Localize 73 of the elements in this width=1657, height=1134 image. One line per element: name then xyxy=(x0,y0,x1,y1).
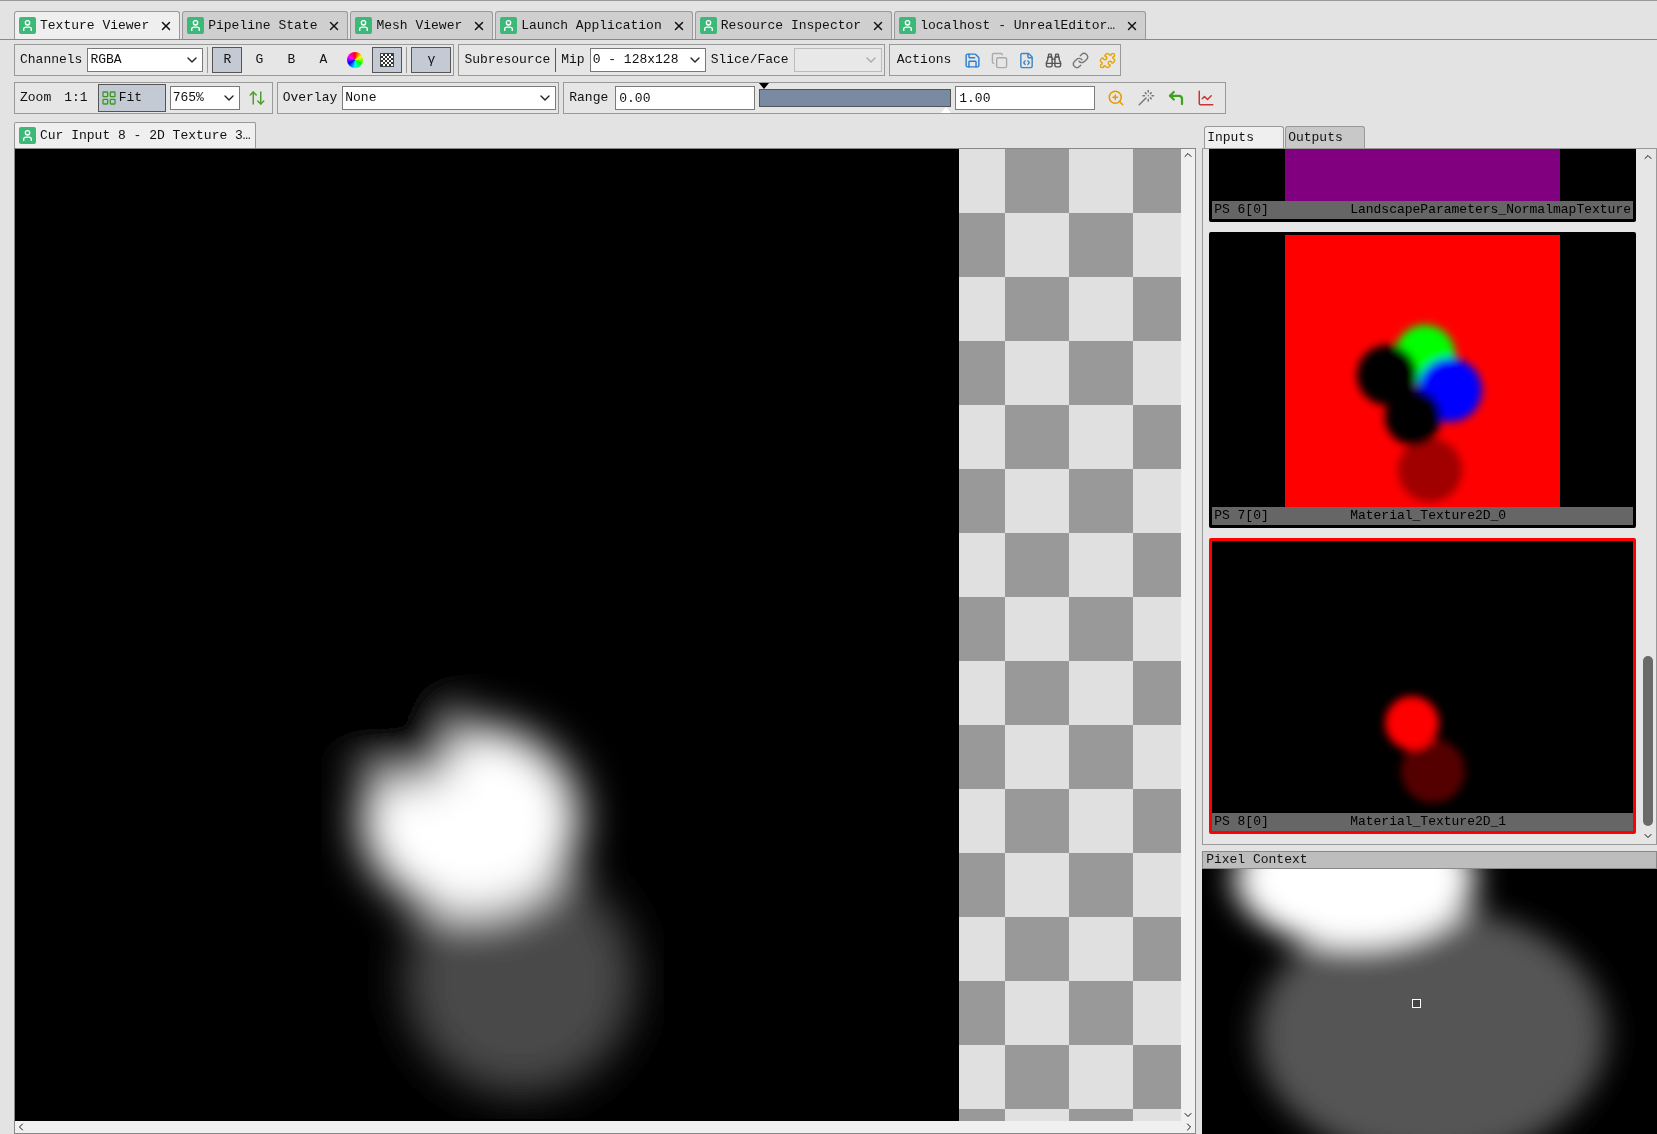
tab-label: Mesh Viewer xyxy=(376,16,463,35)
mip-dropdown[interactable]: 0 - 128x128 xyxy=(589,48,706,72)
pixel-marker-icon xyxy=(1412,999,1422,1008)
arrows-icon[interactable] xyxy=(247,89,266,107)
texture-name: Material_Texture2D_1 xyxy=(1350,813,1507,832)
channel-toggle[interactable]: A xyxy=(308,47,339,73)
tab-label: localhost - UnrealEditor… xyxy=(920,16,1116,35)
tab-label: Texture Viewer xyxy=(40,16,150,35)
channel-toggle[interactable]: B xyxy=(276,47,307,73)
user-icon xyxy=(500,17,518,34)
zoom-label: Zoom xyxy=(19,89,53,108)
tab-label: Cur Input 8 - 2D Texture 3… xyxy=(40,126,251,145)
slot-label: PS 7[0] xyxy=(1214,507,1270,526)
texture-name: Material_Texture2D_0 xyxy=(1350,507,1507,526)
overlay-dropdown[interactable]: None xyxy=(342,86,557,110)
tab-label: Pipeline State xyxy=(208,16,318,35)
thumbnail-card[interactable]: PS 8[0] Material_Texture2D_1 xyxy=(1209,538,1636,834)
tab-label: Resource Inspector xyxy=(720,16,862,35)
panel-tab[interactable]: Outputs xyxy=(1285,126,1366,148)
gamma-toggle[interactable]: γ xyxy=(411,47,452,73)
tab-label: Launch Application xyxy=(521,16,662,35)
checkerboard-icon xyxy=(380,53,395,67)
grid-icon xyxy=(100,90,117,106)
document-tab[interactable]: Cur Input 8 - 2D Texture 3… xyxy=(14,122,256,148)
save-icon[interactable] xyxy=(964,51,982,69)
document-tab[interactable]: Texture Viewer xyxy=(14,11,181,39)
zoom-icon[interactable] xyxy=(1107,89,1126,107)
user-icon xyxy=(19,127,36,144)
texture-name: LandscapeParameters_NormalmapTexture xyxy=(1350,201,1631,220)
binoculars-icon[interactable] xyxy=(1045,51,1063,69)
checkerboard-toggle[interactable] xyxy=(372,47,403,73)
channel-toggle[interactable]: G xyxy=(244,47,275,73)
zoom-dropdown[interactable]: 765% xyxy=(169,86,240,110)
horizontal-scrollbar[interactable] xyxy=(15,1121,1196,1133)
chart-icon[interactable] xyxy=(1197,89,1216,107)
slot-label: PS 8[0] xyxy=(1214,813,1270,832)
link-icon[interactable] xyxy=(1072,51,1090,69)
user-icon xyxy=(187,17,205,34)
file-code-icon[interactable] xyxy=(1018,51,1036,69)
document-tab[interactable]: localhost - UnrealEditor… xyxy=(894,11,1147,39)
copy-icon[interactable] xyxy=(991,51,1009,69)
scrollbar-thumb[interactable] xyxy=(1643,656,1653,826)
document-tab[interactable]: Mesh Viewer xyxy=(350,11,494,39)
range-max-field[interactable]: 1.00 xyxy=(955,86,1096,110)
panel-tab[interactable]: Inputs xyxy=(1204,126,1285,148)
color-wheel-icon xyxy=(347,52,364,68)
channels-dropdown[interactable]: RGBA xyxy=(87,48,204,72)
mip-label: Mip xyxy=(560,51,586,70)
range-label: Range xyxy=(568,89,610,108)
vertical-scrollbar[interactable] xyxy=(1181,149,1196,1121)
user-icon xyxy=(699,17,717,34)
slice-face-label: Slice/Face xyxy=(709,51,790,70)
overlay-label: Overlay xyxy=(281,89,339,108)
channel-toggle[interactable]: R xyxy=(212,47,243,73)
user-icon xyxy=(19,17,36,34)
range-min-field[interactable]: 0.00 xyxy=(615,86,756,110)
document-tab[interactable]: Pipeline State xyxy=(182,11,349,39)
wand-icon[interactable] xyxy=(1137,89,1156,107)
user-icon xyxy=(355,17,373,34)
pixel-context-header: Pixel Context xyxy=(1202,851,1657,869)
slot-label: PS 6[0] xyxy=(1214,201,1270,220)
subresource-label: Subresource xyxy=(463,51,552,70)
user-icon xyxy=(899,17,917,34)
thumbnail-card[interactable]: PS 6[0] LandscapeParameters_NormalmapTexture xyxy=(1209,149,1636,222)
channels-label: Channels xyxy=(19,51,84,70)
document-tab[interactable]: Resource Inspector xyxy=(694,11,893,39)
undo-icon[interactable] xyxy=(1167,89,1186,107)
one-to-one-button[interactable]: 1:1 xyxy=(58,85,94,111)
document-tab[interactable]: Launch Application xyxy=(495,11,693,39)
fit-button[interactable]: Fit xyxy=(97,84,166,112)
range-slider-fill[interactable] xyxy=(759,89,952,107)
actions-label: Actions xyxy=(895,51,953,70)
thumbnail-card[interactable]: PS 7[0] Material_Texture2D_0 xyxy=(1209,232,1636,528)
